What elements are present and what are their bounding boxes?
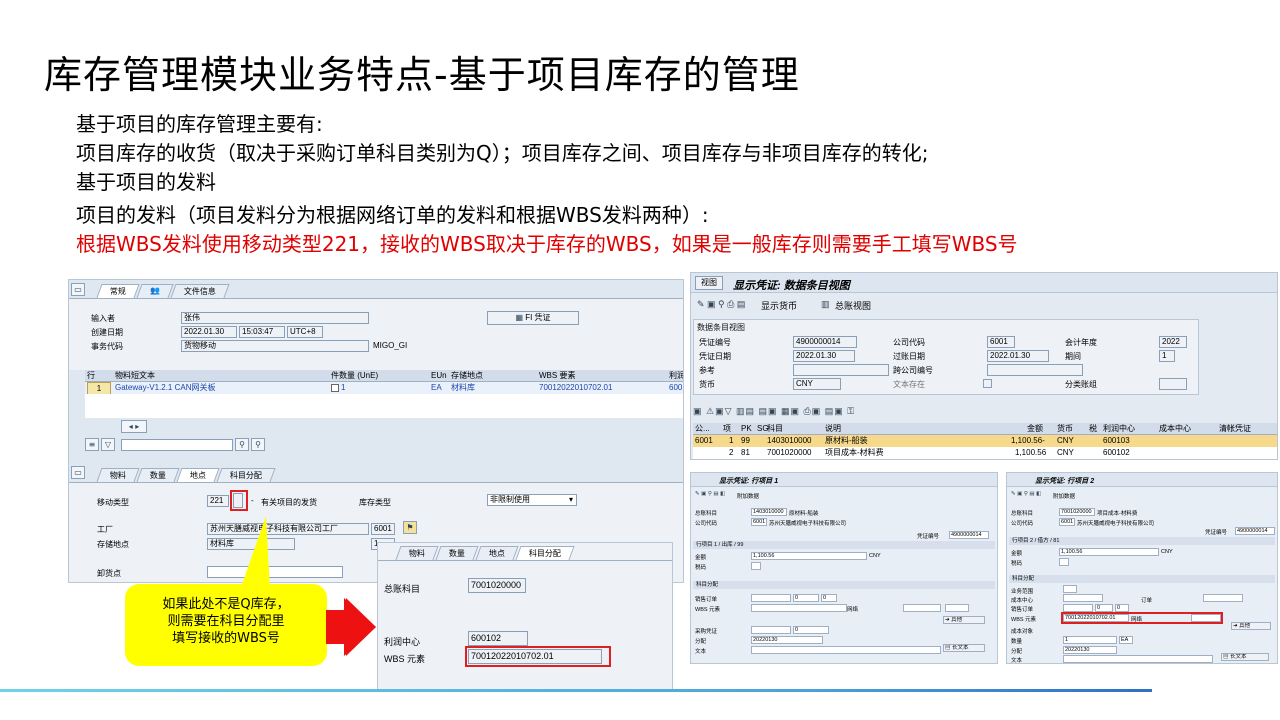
red-arrow bbox=[326, 598, 376, 656]
callout-box: 如果此处不是Q库存， 则需要在科目分配里 填写接收的WBS号 bbox=[125, 584, 327, 666]
callout-text: 如果此处不是Q库存， 则需要在科目分配里 填写接收的WBS号 bbox=[162, 597, 290, 646]
callout-tail bbox=[240, 516, 270, 590]
bottom-accent-line bbox=[0, 689, 1152, 692]
arrow-right-icon bbox=[326, 598, 376, 656]
